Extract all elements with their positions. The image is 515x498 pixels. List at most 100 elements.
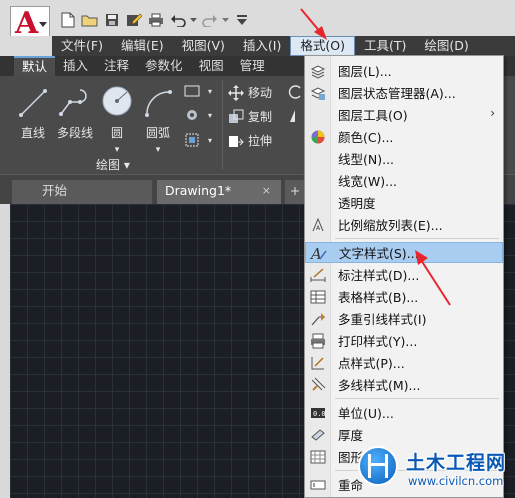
layer-icon xyxy=(305,60,331,81)
thickness-icon xyxy=(305,424,331,445)
region-icon xyxy=(185,133,199,147)
chevron-down-icon xyxy=(39,22,47,27)
line-tool-button[interactable]: 直线 xyxy=(10,82,56,141)
menu-item-color[interactable]: 颜色(C)... xyxy=(305,126,503,147)
mleader-style-icon xyxy=(305,308,331,329)
scale-list-icon: A xyxy=(305,214,331,235)
tab-insert[interactable]: 插入 xyxy=(55,56,96,76)
menu-item-dim-style[interactable]: 标注样式(D)... xyxy=(305,264,503,285)
circle-tool-button[interactable]: 圆 ▾ xyxy=(94,82,140,155)
tab-parametric[interactable]: 参数化 xyxy=(137,56,191,76)
layer-states-icon xyxy=(305,82,331,103)
line-tool-label: 直线 xyxy=(20,126,45,140)
menu-item-layer-states[interactable]: 图层状态管理器(A)... xyxy=(305,82,503,103)
arc-icon xyxy=(135,82,181,118)
menu-item-mleader-style[interactable]: 多重引线样式(I) xyxy=(305,308,503,329)
circle-icon xyxy=(94,82,140,118)
mirror-tool-button[interactable] xyxy=(288,108,302,124)
svg-text:0.0: 0.0 xyxy=(313,410,326,418)
watermark-title: 土木工程网 xyxy=(406,452,507,474)
line-icon xyxy=(10,82,56,118)
units-icon: 0.0 xyxy=(305,402,331,423)
menu-draw[interactable]: 绘图(D) xyxy=(415,36,477,56)
text-style-icon: A xyxy=(306,242,332,263)
autocad-window: A 文件(F) 编辑(E) 视图(V) 插入(I) 格式(O) 工具(T) 绘图… xyxy=(0,0,515,498)
menu-view[interactable]: 视图(V) xyxy=(173,36,234,56)
menu-item-transparency[interactable]: 透明度 xyxy=(305,192,503,213)
draw-panel-title: 绘图 ▾ xyxy=(96,158,130,172)
tab-annotate[interactable]: 注释 xyxy=(96,56,137,76)
menu-separator xyxy=(335,398,499,399)
table-style-icon xyxy=(305,286,331,307)
save-as-icon[interactable] xyxy=(124,10,144,30)
redo-icon[interactable] xyxy=(200,10,220,30)
copy-tool-button[interactable]: 复制 xyxy=(228,108,272,125)
polyline-tool-label: 多段线 xyxy=(56,126,93,140)
polyline-tool-button[interactable]: 多段线 xyxy=(55,82,95,141)
menu-item-linetype[interactable]: 线型(N)... xyxy=(305,148,503,169)
menu-tools[interactable]: 工具(T) xyxy=(355,36,415,56)
menu-item-table-style[interactable]: 表格样式(B)... xyxy=(305,286,503,307)
watermark-url: www.civilcn.com xyxy=(408,474,504,488)
tab-drawing1[interactable]: Drawing1* × xyxy=(157,180,281,204)
menu-format[interactable]: 格式(O) xyxy=(290,36,355,56)
stretch-tool-button[interactable]: 拉伸 xyxy=(228,132,272,149)
menu-item-scale-list[interactable]: A 比例缩放列表(E)... xyxy=(305,214,503,235)
arc-tool-label: 圆弧 ▾ xyxy=(145,126,170,155)
customize-toolbar-icon[interactable] xyxy=(232,10,252,30)
plot-style-icon xyxy=(305,330,331,351)
color-wheel-icon xyxy=(305,126,331,147)
tab-view[interactable]: 视图 xyxy=(191,56,232,76)
hatch-tool-button[interactable]: ▾ xyxy=(184,108,212,122)
tab-drawing1-label: Drawing1* xyxy=(165,183,232,198)
hatch-icon xyxy=(187,110,197,120)
menu-item-point-style[interactable]: 点样式(P)... xyxy=(305,352,503,373)
menu-item-lineweight[interactable]: 线宽(W)... xyxy=(305,170,503,191)
move-tool-button[interactable]: 移动 xyxy=(228,84,272,101)
arc-tool-button[interactable]: 圆弧 ▾ xyxy=(135,82,181,155)
svg-text:A: A xyxy=(316,225,321,232)
menu-item-layer[interactable]: 图层(L)... xyxy=(305,60,503,81)
copy-tool-label: 复制 xyxy=(248,110,273,124)
menu-item-plot-style[interactable]: 打印样式(Y)... xyxy=(305,330,503,351)
rotate-icon xyxy=(288,85,301,99)
menu-bar: 文件(F) 编辑(E) 视图(V) 插入(I) 格式(O) 工具(T) 绘图(D… xyxy=(0,36,515,56)
menu-item-mline-style[interactable]: 多线样式(M)... xyxy=(305,374,503,395)
menu-item-text-style[interactable]: A 文字样式(S)... xyxy=(305,242,503,263)
menu-separator xyxy=(335,238,499,239)
tab-manage[interactable]: 管理 xyxy=(232,56,273,76)
rectangle-icon xyxy=(184,85,200,97)
rectangle-tool-button[interactable]: ▾ xyxy=(184,84,212,98)
save-icon[interactable] xyxy=(102,10,122,30)
undo-icon[interactable] xyxy=(168,10,188,30)
title-bar: A xyxy=(0,0,515,42)
menu-insert[interactable]: 插入(I) xyxy=(234,36,290,56)
drawing-limits-icon xyxy=(305,446,331,467)
polyline-icon xyxy=(55,82,95,118)
print-icon[interactable] xyxy=(146,10,166,30)
format-menu: 图层(L)... 图层状态管理器(A)... 图层工具(O) › 颜色(C)..… xyxy=(304,55,504,498)
move-tool-label: 移动 xyxy=(248,86,273,100)
copy-icon xyxy=(229,109,244,123)
stretch-icon xyxy=(229,135,244,147)
open-file-icon[interactable] xyxy=(80,10,100,30)
tab-start[interactable]: 开始 xyxy=(12,180,152,204)
undo-dropdown-icon[interactable] xyxy=(190,10,198,30)
quick-access-toolbar xyxy=(58,9,252,31)
close-icon[interactable]: × xyxy=(262,180,271,202)
circle-tool-label: 圆 ▾ xyxy=(110,126,123,155)
new-file-icon[interactable] xyxy=(58,10,78,30)
add-tab-button[interactable]: + xyxy=(285,180,305,204)
menu-edit[interactable]: 编辑(E) xyxy=(112,36,173,56)
tab-default[interactable]: 默认 xyxy=(14,56,56,76)
region-tool-button[interactable]: ▾ xyxy=(184,132,212,148)
redo-dropdown-icon[interactable] xyxy=(222,10,230,30)
rotate-tool-button[interactable] xyxy=(288,84,302,100)
mirror-icon xyxy=(290,110,295,122)
menu-item-units[interactable]: 0.0 单位(U)... xyxy=(305,402,503,423)
menu-file[interactable]: 文件(F) xyxy=(52,36,112,56)
dim-style-icon xyxy=(305,264,331,285)
menu-item-layer-tools[interactable]: 图层工具(O) › xyxy=(305,104,503,125)
draw-panel-footer[interactable]: 绘图 ▾ xyxy=(0,154,300,174)
point-style-icon xyxy=(305,352,331,373)
